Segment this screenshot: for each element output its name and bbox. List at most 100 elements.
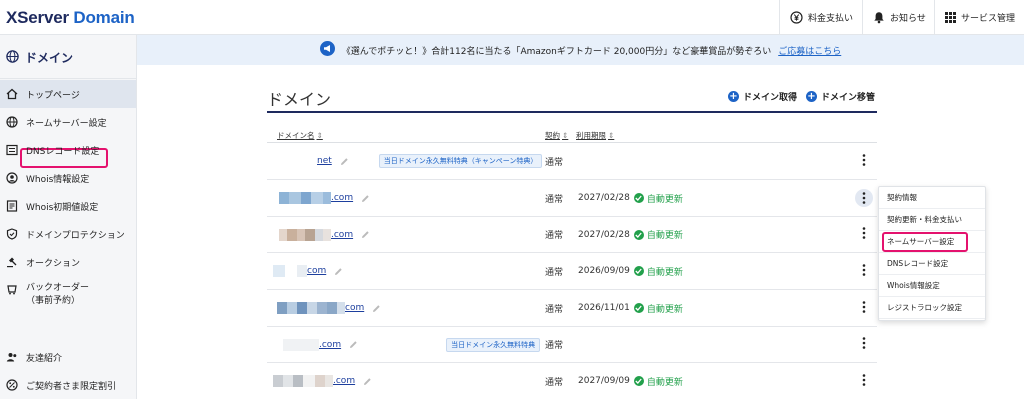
auto-renew-status: 自動更新: [633, 375, 683, 388]
domain-link-wrapper[interactable]: .com: [283, 338, 341, 351]
kebab-icon: [862, 153, 866, 169]
contract-type: 通常: [545, 157, 564, 168]
nameserver-icon: [6, 116, 18, 128]
domain-cell: .com 当日ドメイン永久無料特典: [283, 327, 541, 362]
domain-link[interactable]: .com: [319, 340, 341, 350]
pencil-icon[interactable]: [372, 304, 381, 313]
apply-link[interactable]: ご応募はこちら: [778, 44, 841, 57]
kebab-icon: [862, 263, 866, 279]
row-menu-button[interactable]: [855, 217, 873, 252]
pencil-icon[interactable]: [361, 194, 370, 203]
service-management-button[interactable]: サービス管理: [934, 0, 1024, 34]
pencil-icon[interactable]: [361, 230, 370, 239]
expiry-cell: 2027/02/28 自動更新: [578, 180, 683, 216]
menu-nameserver-highlight-frame: [882, 232, 968, 252]
sidebar-item-auction[interactable]: オークション: [0, 248, 136, 276]
auto-renew-status: 自動更新: [633, 265, 683, 278]
banner-text: 《選んでポチッと！》合計112名に当たる「Amazonギフトカード 20,000…: [341, 46, 772, 57]
expiry-cell: 2026/09/09 自動更新: [578, 253, 683, 289]
row-menu-button[interactable]: [855, 253, 873, 289]
column-header-expiry[interactable]: 利用期限 ⇕: [576, 130, 614, 141]
menu-item-contract-info[interactable]: 契約情報: [879, 187, 985, 209]
menu-item-whois[interactable]: Whois情報設定: [879, 275, 985, 297]
menu-item-dns-record[interactable]: DNSレコード設定: [879, 253, 985, 275]
sidebar-item-top-page[interactable]: トップページ: [0, 80, 136, 108]
domain-link-wrapper[interactable]: com: [273, 265, 326, 277]
domain-link-wrapper[interactable]: .com: [273, 375, 355, 387]
contract-type: 通常: [545, 267, 564, 278]
pencil-icon[interactable]: [363, 377, 372, 386]
transfer-domain-button[interactable]: + ドメイン移管: [806, 90, 875, 103]
sidebar-item-friend-referral[interactable]: 友達紹介: [0, 343, 136, 371]
check-circle-icon: [633, 303, 644, 313]
row-menu-button[interactable]: [855, 327, 873, 362]
notice-button[interactable]: お知らせ: [862, 0, 934, 34]
row-menu-button[interactable]: [855, 180, 873, 216]
domain-link[interactable]: .com: [333, 376, 355, 386]
table-row: com 通常 2026/11/01 自動更新: [267, 290, 877, 327]
auto-renew-status: 自動更新: [633, 302, 683, 315]
pencil-icon[interactable]: [340, 157, 349, 166]
domain-cell: .com: [273, 363, 372, 399]
contract-type: 通常: [545, 231, 564, 241]
domain-link-wrapper[interactable]: .com: [279, 228, 353, 241]
grid-icon: [945, 11, 956, 23]
expiry-date: 2027/09/09: [578, 376, 630, 386]
sort-icon: ⇕: [608, 131, 615, 140]
domain-cell: com: [277, 290, 381, 326]
page-title: ドメイン: [267, 90, 332, 109]
sidebar-item-backorder[interactable]: バックオーダー （事前予約）: [0, 278, 136, 314]
expiry-date: 2026/11/01: [578, 303, 630, 313]
globe-icon: [6, 49, 19, 66]
backorder-label: バックオーダー （事前予約）: [26, 283, 90, 306]
bell-icon: [873, 11, 885, 24]
domain-link-wrapper[interactable]: com: [277, 302, 364, 314]
blurred-domain-mosaic: [279, 228, 331, 241]
domain-link[interactable]: com: [307, 266, 326, 276]
xserver-domain-logo[interactable]: XServer Domain: [6, 8, 135, 28]
column-header-domain[interactable]: ドメイン名 ⇕: [277, 130, 323, 141]
domain-link[interactable]: net: [317, 156, 332, 166]
kebab-icon: [855, 189, 873, 207]
domain-link[interactable]: .com: [331, 193, 353, 203]
row-menu-button[interactable]: [855, 290, 873, 326]
sidebar-item-whois[interactable]: Whois情報設定: [0, 164, 136, 192]
blurred-domain-mosaic: [273, 265, 307, 277]
sort-icon: ⇕: [562, 131, 569, 140]
domain-link-wrapper[interactable]: .com: [279, 192, 353, 204]
table-row: .com 通常 2027/09/09 自動更新: [267, 363, 877, 399]
menu-item-renewal-payment[interactable]: 契約更新・料金支払い: [879, 209, 985, 231]
title-underline: [267, 111, 877, 113]
plus-circle-icon: +: [806, 91, 817, 102]
sidebar-item-member-discount[interactable]: ご契約者さま限定割引: [0, 371, 136, 399]
domain-link[interactable]: .com: [331, 230, 353, 240]
expiry-date: 2026/09/09: [578, 266, 630, 276]
plus-circle-icon: +: [728, 91, 739, 102]
domain-link[interactable]: com: [345, 303, 364, 313]
kebab-icon: [862, 337, 866, 352]
whois-default-icon: [6, 200, 18, 212]
domain-cell: .com: [279, 217, 370, 252]
billing-button[interactable]: 料金支払い: [779, 0, 862, 34]
sidebar-item-dns-record[interactable]: DNSレコード設定: [0, 136, 136, 164]
row-menu-button[interactable]: [855, 363, 873, 399]
whois-icon: [6, 172, 18, 184]
table-row: com 通常 2026/09/09 自動更新: [267, 253, 877, 290]
domain-cell: com: [273, 253, 343, 289]
blurred-domain-mosaic: [273, 375, 333, 387]
sidebar-item-nameserver[interactable]: ネームサーバー設定: [0, 108, 136, 136]
megaphone-icon: [319, 41, 335, 59]
sidebar-item-domain-protection[interactable]: ドメインプロテクション: [0, 220, 136, 248]
menu-item-registrar-lock[interactable]: レジストラロック設定: [879, 297, 985, 319]
domain-cell: net 当日ドメイン永久無料特典（キャンペーン特典）: [317, 143, 543, 179]
friend-icon: [6, 351, 18, 363]
column-header-contract[interactable]: 契約 ⇕: [545, 130, 568, 141]
campaign-banner: 《選んでポチッと！》合計112名に当たる「Amazonギフトカード 20,000…: [137, 35, 1024, 65]
pencil-icon[interactable]: [334, 267, 343, 276]
contract-type: 通常: [545, 194, 564, 205]
blurred-domain-mosaic: [283, 338, 319, 351]
pencil-icon[interactable]: [349, 340, 358, 349]
sidebar-item-whois-default[interactable]: Whois初期値設定: [0, 192, 136, 220]
acquire-domain-button[interactable]: + ドメイン取得: [728, 90, 797, 103]
row-menu-button[interactable]: [855, 143, 873, 179]
